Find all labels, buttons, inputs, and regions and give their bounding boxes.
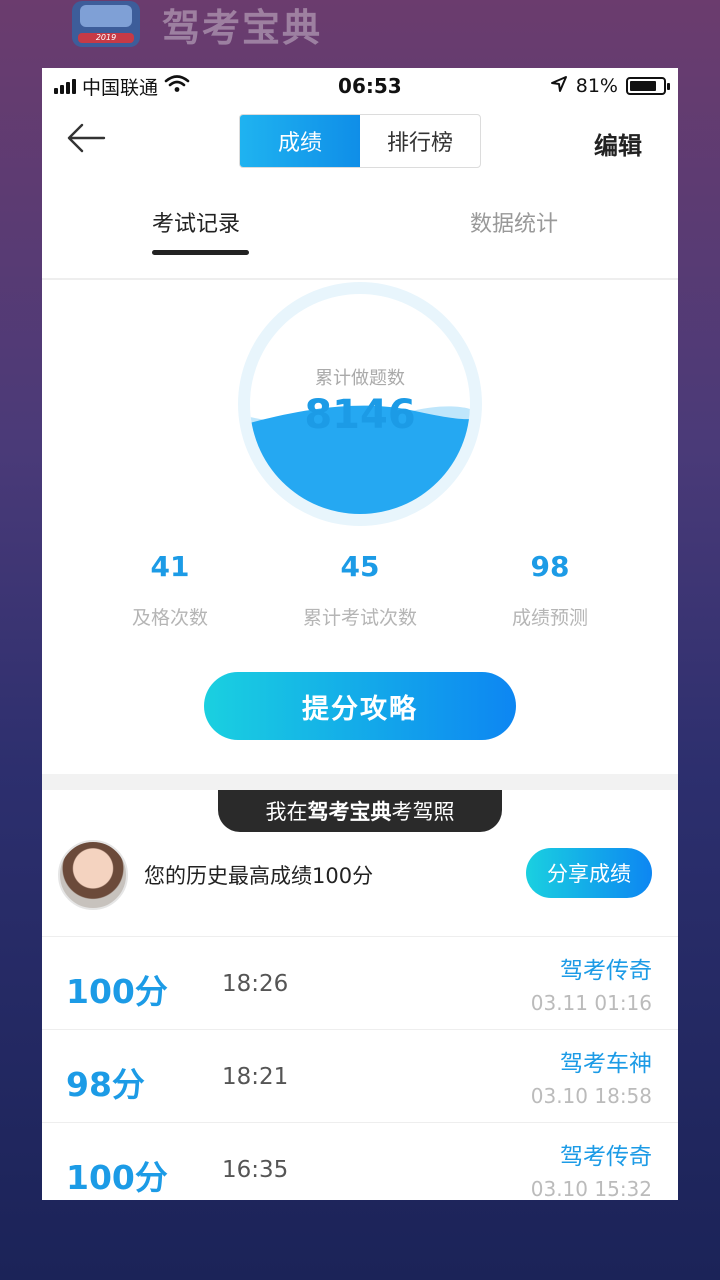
background-app-header: 2019 驾考宝典 [72,0,322,50]
background-app-title: 驾考宝典 [162,5,323,50]
record-duration: 18:21 [222,1064,289,1090]
carrier-name: 中国联通 [82,76,159,99]
app-card: 中国联通 06:53 81% 成绩 排行榜 编辑 考试记录 数据统计 累计做题数… [42,68,678,1200]
record-duration: 16:35 [222,1157,289,1183]
avatar [58,840,128,910]
stat-value: 41 [150,550,190,583]
gauge-value: 8146 [304,392,416,438]
best-score-text: 您的历史最高成绩100分 [144,864,374,888]
record-row[interactable]: 100分 18:26 驾考传奇 03.11 01:16 [42,936,678,1029]
record-duration: 18:26 [222,971,289,997]
record-title: 驾考传奇 [560,958,652,984]
segment-control: 成绩 排行榜 [239,114,481,168]
signal-icon [54,78,76,94]
record-date: 03.10 18:58 [530,1084,652,1108]
record-score: 100分 [66,1158,168,1197]
tab-active-indicator [152,250,249,255]
record-title: 驾考车神 [560,1051,652,1077]
section-divider [42,774,678,790]
stat-value: 45 [340,550,380,583]
stat-score-prediction: 98 成绩预测 [470,550,630,630]
record-title: 驾考传奇 [560,1144,652,1170]
tab-data-stats[interactable]: 数据统计 [470,206,558,238]
stat-pass-count: 41 及格次数 [90,550,250,630]
score-boost-button[interactable]: 提分攻略 [204,672,516,740]
status-bar: 中国联通 06:53 81% [42,68,678,104]
gauge-body: 累计做题数 8146 [250,294,470,514]
stat-value: 98 [530,550,570,583]
gauge-label: 累计做题数 [315,368,405,389]
logo-year: 2019 [78,33,134,43]
app-logo-icon: 2019 [72,1,140,47]
location-icon [550,75,568,98]
wifi-icon [164,74,190,98]
stat-label: 及格次数 [131,607,208,629]
status-time: 06:53 [338,74,402,98]
share-banner-brand: 驾考宝典 [307,800,392,824]
stat-label: 成绩预测 [511,607,588,629]
record-score: 100分 [66,972,168,1011]
battery-percent: 81% [575,75,618,97]
record-row[interactable]: 98分 18:21 驾考车神 03.10 18:58 [42,1029,678,1122]
record-date: 03.10 15:32 [530,1177,652,1200]
nav-bar: 成绩 排行榜 编辑 [42,104,678,180]
tab-exam-records[interactable]: 考试记录 [152,206,240,238]
share-score-button[interactable]: 分享成绩 [526,848,652,898]
segment-scores[interactable]: 成绩 [240,115,360,167]
battery-icon [625,77,670,95]
exam-records-list: 100分 18:26 驾考传奇 03.11 01:16 98分 18:21 驾考… [42,936,678,1200]
stat-exam-count: 45 累计考试次数 [280,550,440,630]
questions-gauge: 累计做题数 8146 [238,282,482,526]
back-arrow-icon [67,123,106,153]
share-banner-suffix: 考驾照 [391,800,455,824]
car-icon [80,5,132,27]
record-row[interactable]: 100分 16:35 驾考传奇 03.10 15:32 [42,1122,678,1200]
record-date: 03.11 01:16 [530,991,652,1015]
edit-button[interactable]: 编辑 [594,126,642,161]
share-banner-prefix: 我在 [265,800,308,824]
tab-bar: 考试记录 数据统计 [42,180,678,280]
back-button[interactable] [64,120,108,156]
record-score: 98分 [66,1065,145,1104]
stat-label: 累计考试次数 [302,607,417,629]
best-score-row: 您的历史最高成绩100分 分享成绩 [42,836,678,936]
segment-leaderboard[interactable]: 排行榜 [360,115,480,167]
share-banner: 我在 驾考宝典 考驾照 [218,790,502,832]
